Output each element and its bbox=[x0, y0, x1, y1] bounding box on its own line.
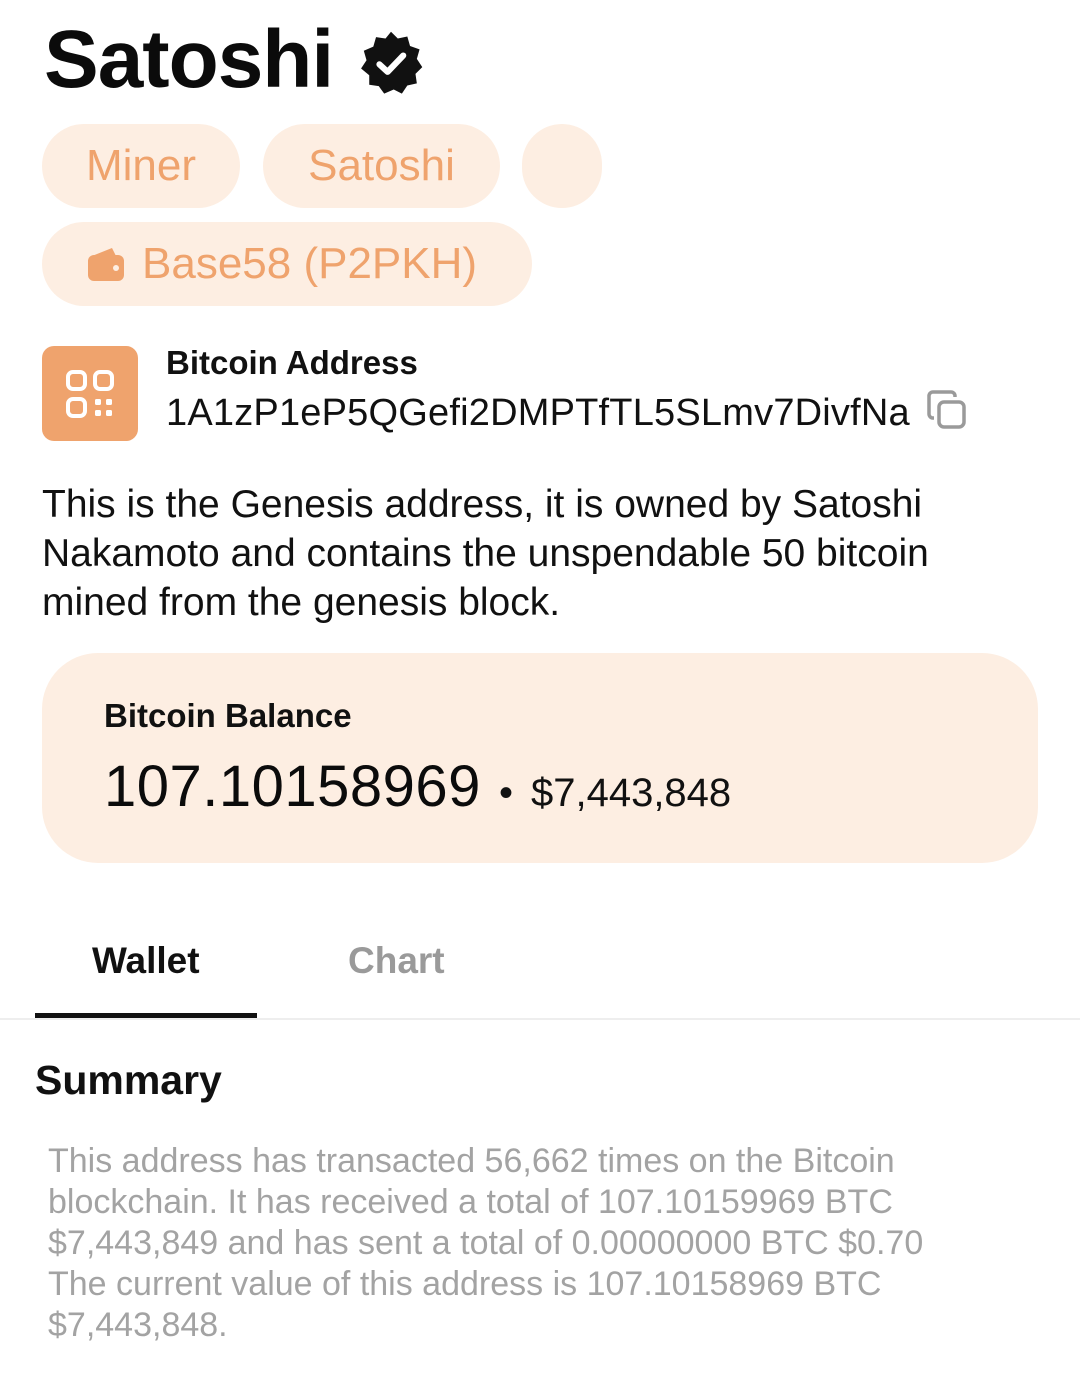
wallet-icon bbox=[88, 248, 124, 281]
balance-usd: $7,443,848 bbox=[530, 771, 732, 815]
profile-header: Satoshi bbox=[44, 14, 425, 106]
balance-card: Bitcoin Balance 107.10158969 • $7,443,84… bbox=[42, 653, 1038, 863]
page-title: Satoshi bbox=[44, 14, 334, 105]
bitcoin-address[interactable]: 1A1zP1eP5QGefi2DMPTfTL5SLmv7DivfNa bbox=[166, 392, 910, 435]
address-label: Bitcoin Address bbox=[166, 344, 418, 381]
balance-row: 107.10158969 • $7,443,848 bbox=[104, 753, 731, 820]
tag-chip-label: Satoshi bbox=[308, 141, 455, 190]
balance-label: Bitcoin Balance bbox=[104, 697, 352, 734]
address-type-label: Base58 (P2PKH) bbox=[142, 239, 478, 288]
qr-code-icon bbox=[66, 369, 114, 418]
tabs-divider bbox=[0, 1018, 1080, 1020]
summary-title: Summary bbox=[35, 1057, 222, 1103]
tag-chip-miner[interactable]: Miner bbox=[42, 124, 240, 208]
tag-chip-empty[interactable] bbox=[522, 124, 602, 208]
copy-icon[interactable] bbox=[926, 389, 968, 431]
address-type-chip[interactable]: Base58 (P2PKH) bbox=[42, 222, 532, 306]
tag-chip-label: Miner bbox=[85, 141, 197, 190]
tab-wallet[interactable]: Wallet bbox=[92, 940, 200, 982]
balance-btc: 107.10158969 bbox=[104, 754, 481, 819]
balance-separator: • bbox=[498, 771, 513, 815]
address-row: 1A1zP1eP5QGefi2DMPTfTL5SLmv7DivfNa bbox=[166, 389, 968, 435]
tag-chip-satoshi[interactable]: Satoshi bbox=[263, 124, 500, 208]
verified-badge-icon bbox=[361, 31, 423, 94]
qr-code-button[interactable] bbox=[42, 346, 138, 441]
address-description: This is the Genesis address, it is owned… bbox=[42, 483, 929, 624]
summary-text: This address has transacted 56,662 times… bbox=[48, 1142, 924, 1344]
tab-chart[interactable]: Chart bbox=[348, 940, 445, 982]
